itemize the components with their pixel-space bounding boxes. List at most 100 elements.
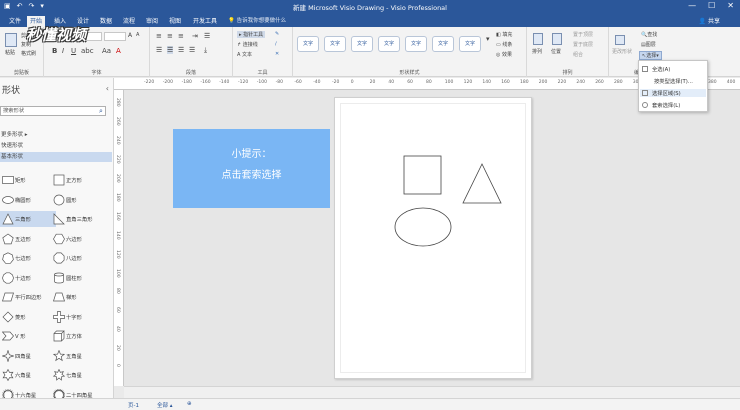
text-direction-icon[interactable]: ⤓ <box>204 46 207 55</box>
stencil-shape[interactable]: 五边形 <box>0 231 56 247</box>
align-left-icon[interactable]: ☰ <box>156 46 162 54</box>
minimize-button[interactable]: — <box>688 1 696 10</box>
style-swatch-5[interactable]: 文字 <box>405 36 427 52</box>
align-center-icon[interactable]: ☰ <box>167 46 174 54</box>
styles-more-icon[interactable]: ▾ <box>486 35 490 43</box>
horizontal-scrollbar[interactable] <box>124 386 740 398</box>
font-size-select[interactable] <box>104 32 126 41</box>
style-swatch-2[interactable]: 文字 <box>324 36 346 52</box>
ellipse-shape[interactable] <box>394 207 452 247</box>
change-shape-button[interactable]: 更改形状 <box>612 48 632 55</box>
maximize-button[interactable]: ☐ <box>708 1 715 10</box>
pencil-icon[interactable]: ✎ <box>275 31 279 37</box>
align-right-icon[interactable]: ☰ <box>178 46 184 54</box>
text-tool-button[interactable]: A 文本 <box>237 51 252 58</box>
close-button[interactable]: ✕ <box>727 1 734 10</box>
justify-icon[interactable]: ☰ <box>189 46 195 54</box>
tab-view[interactable]: 视图 <box>166 16 184 27</box>
change-shape-icon[interactable] <box>615 35 625 45</box>
line-button[interactable]: ▭ 线条 <box>496 41 512 48</box>
connector-button[interactable]: ↱ 连接线 <box>237 41 258 48</box>
style-swatch-7[interactable]: 文字 <box>459 36 481 52</box>
bring-forward-button[interactable]: 置于顶层 <box>573 31 593 38</box>
stencil-shape[interactable]: 六边形 <box>51 231 107 247</box>
triangle-shape[interactable] <box>462 163 502 204</box>
menu-item-lasso-select[interactable]: 套索选择(L) <box>642 101 680 109</box>
all-pages-button[interactable]: 全部 ▴ <box>157 401 173 409</box>
stencil-shape[interactable]: 平行四边形 <box>0 289 56 305</box>
paste-icon[interactable] <box>5 33 17 47</box>
fill-button[interactable]: ◧ 填充 <box>496 31 512 38</box>
stencil-shape[interactable]: 圆柱形 <box>51 270 107 286</box>
add-page-icon[interactable]: ⊕ <box>187 401 192 407</box>
stencil-shape[interactable]: 圆形 <box>51 192 107 208</box>
pointer-tool-button[interactable]: ▸ 指针工具 <box>237 31 266 38</box>
case-icon[interactable]: Aa <box>102 47 111 55</box>
bullets-icon[interactable]: ☰ <box>204 32 210 40</box>
tab-data[interactable]: 数据 <box>97 16 115 27</box>
paste-button[interactable]: 粘贴 <box>5 49 15 56</box>
delete-icon[interactable]: ✕ <box>275 51 279 57</box>
send-backward-button[interactable]: 置于底层 <box>573 41 593 48</box>
strikethrough-icon[interactable]: abc <box>81 47 94 55</box>
share-button[interactable]: 👤 共享 <box>699 16 720 27</box>
shrink-font-icon[interactable]: A <box>136 32 139 38</box>
tab-file[interactable]: 文件 <box>6 16 24 27</box>
format-painter-button[interactable]: 格式刷 <box>21 50 36 57</box>
style-swatch-4[interactable]: 文字 <box>378 36 400 52</box>
stencil-shape[interactable]: 六角星 <box>0 367 56 383</box>
underline-icon[interactable]: U <box>71 47 76 55</box>
stencil-shape[interactable]: V 形 <box>0 328 56 344</box>
stencil-shape[interactable]: 四角星 <box>0 348 56 364</box>
style-swatch-1[interactable]: 文字 <box>297 36 319 52</box>
tab-process[interactable]: 流程 <box>120 16 138 27</box>
align-button[interactable]: 排列 <box>532 48 542 55</box>
category-more-shapes[interactable]: 更多形状 ▸ <box>0 130 112 140</box>
position-icon[interactable] <box>552 33 562 45</box>
menu-item-select-all[interactable]: 全选(A) <box>642 65 670 73</box>
square-shape[interactable] <box>403 155 442 195</box>
search-icon[interactable]: ⌕ <box>99 107 103 116</box>
stencil-shape[interactable]: 五角星 <box>51 348 107 364</box>
italic-icon[interactable]: I <box>62 47 64 55</box>
stencil-shape[interactable]: 七角星 <box>51 367 107 383</box>
stencil-shape[interactable]: 八边形 <box>51 250 107 266</box>
align-bottom-icon[interactable]: ≡ <box>178 32 184 40</box>
stencil-shape[interactable]: 菱形 <box>0 309 56 325</box>
grow-font-icon[interactable]: A <box>128 32 132 39</box>
stencil-shape[interactable]: 十边形 <box>0 270 56 286</box>
line-tool-icon[interactable]: ∕ <box>275 41 277 47</box>
stencil-shape[interactable]: 十字形 <box>51 309 107 325</box>
tell-me-box[interactable]: 💡 告诉我你想要做什么 <box>228 16 286 27</box>
stencil-shape[interactable]: 立方体 <box>51 328 107 344</box>
style-swatch-6[interactable]: 文字 <box>432 36 454 52</box>
position-button[interactable]: 位置 <box>551 48 561 55</box>
align-icon[interactable] <box>533 33 543 45</box>
menu-item-area-select[interactable]: 选择区域(S) <box>640 89 706 97</box>
align-top-icon[interactable]: ≡ <box>156 32 162 40</box>
layers-button[interactable]: ▤图层 <box>641 41 656 48</box>
bold-icon[interactable]: B <box>52 47 57 55</box>
tab-developer[interactable]: 开发工具 <box>190 16 220 27</box>
stencil-shape[interactable]: 椭圆形 <box>0 192 56 208</box>
align-middle-icon[interactable]: ≡ <box>167 32 173 40</box>
stencil-shape[interactable]: 正方形 <box>51 172 107 188</box>
menu-item-select-by-type[interactable]: 按类型选择(T)... <box>654 77 693 85</box>
search-shapes-input[interactable]: 搜索形状 <box>0 106 106 116</box>
indent-icon[interactable]: ⇥ <box>192 32 198 40</box>
stencil-shape[interactable]: 七边形 <box>0 250 56 266</box>
stencil-shape[interactable]: 三角形 <box>0 211 56 227</box>
find-button[interactable]: 🔍查找 <box>641 31 657 38</box>
collapse-panel-icon[interactable]: ‹ <box>106 84 109 93</box>
effects-button[interactable]: ◎ 效果 <box>496 51 512 58</box>
tab-review[interactable]: 审阅 <box>143 16 161 27</box>
page-tab[interactable]: 页-1 <box>128 401 139 409</box>
stencil-shape[interactable]: 矩形 <box>0 172 56 188</box>
stencil-shape[interactable]: 直角三角形 <box>51 211 107 227</box>
select-button[interactable]: ↖选择▾ <box>639 51 662 60</box>
category-quick-shapes[interactable]: 快速形状 <box>0 141 112 151</box>
category-basic-shapes[interactable]: 基本形状 <box>0 152 112 162</box>
style-swatch-3[interactable]: 文字 <box>351 36 373 52</box>
group-button[interactable]: 组合 <box>573 51 583 58</box>
stencil-shape[interactable]: 梯形 <box>51 289 107 305</box>
